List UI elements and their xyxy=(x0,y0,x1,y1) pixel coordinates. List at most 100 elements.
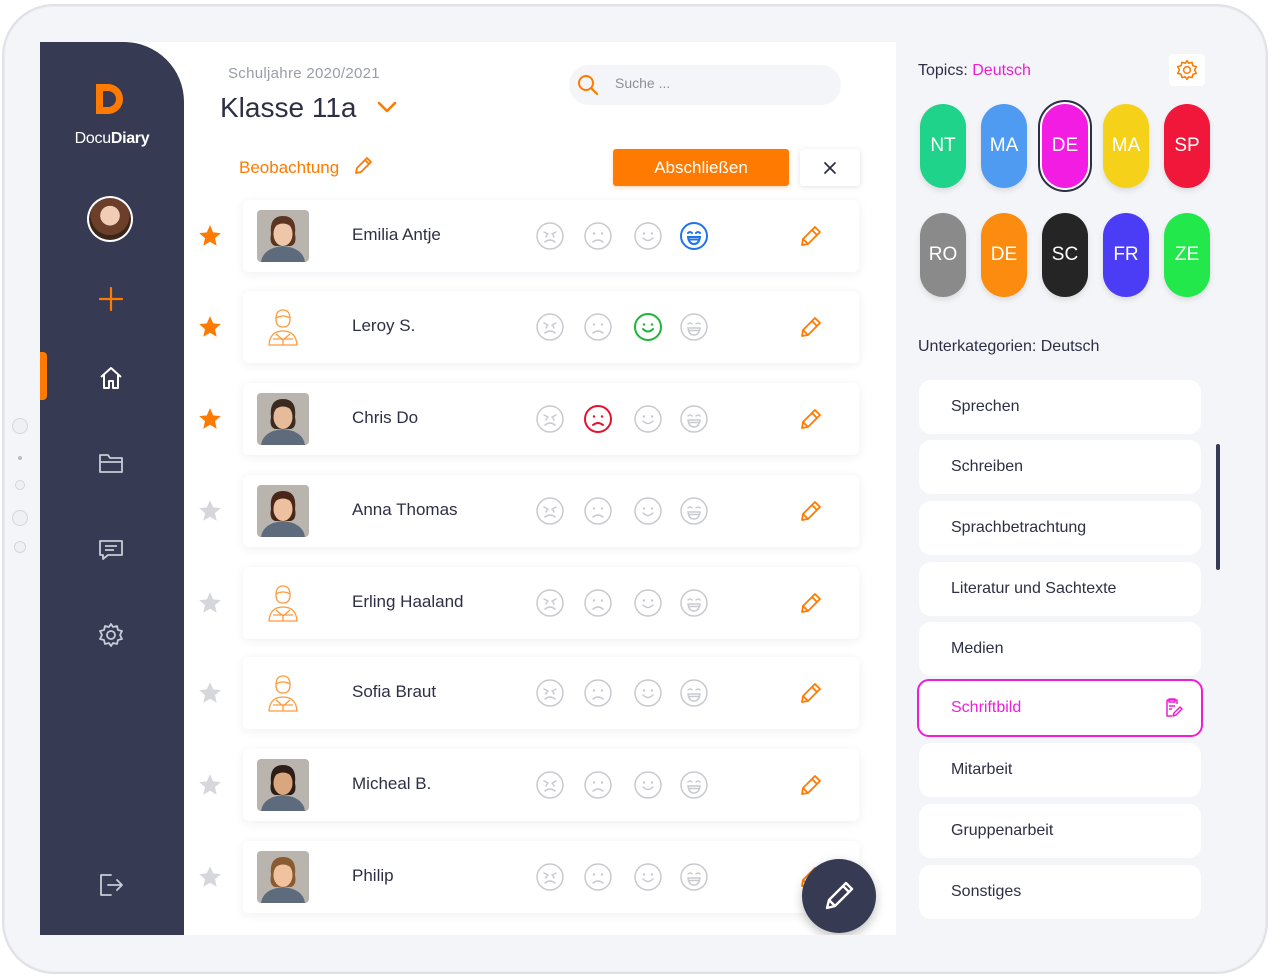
star-icon[interactable] xyxy=(197,590,223,616)
school-year: Schuljahre 2020/2021 xyxy=(228,65,380,82)
mood-very-happy-icon[interactable] xyxy=(679,678,709,708)
subcategories-heading: Unterkategorien: Deutsch xyxy=(918,338,1100,355)
mood-sad-icon[interactable] xyxy=(583,496,613,526)
user-photo xyxy=(89,198,131,240)
student-name: Erling Haaland xyxy=(352,592,464,611)
compose-button[interactable] xyxy=(802,859,876,933)
edit-pencil-icon[interactable] xyxy=(797,497,825,525)
search-input[interactable] xyxy=(615,75,815,91)
mood-very-sad-icon[interactable] xyxy=(535,588,565,618)
clipboard-edit-icon[interactable] xyxy=(1161,697,1183,719)
star-icon[interactable] xyxy=(197,314,223,340)
topic-pill-ro[interactable]: RO xyxy=(920,213,966,297)
edit-pencil-icon[interactable] xyxy=(797,222,825,250)
subcategory-item[interactable]: Schriftbild xyxy=(917,679,1203,737)
subcategory-item[interactable]: Mitarbeit xyxy=(919,743,1201,797)
mood-happy-icon[interactable] xyxy=(633,404,663,434)
class-title[interactable]: Klasse 11a xyxy=(220,92,356,124)
sidebar-active-indicator xyxy=(40,352,47,400)
topics-settings-button[interactable] xyxy=(1169,54,1205,86)
edit-pencil-icon[interactable] xyxy=(797,405,825,433)
mood-very-sad-icon[interactable] xyxy=(535,862,565,892)
mood-very-happy-icon[interactable] xyxy=(679,496,709,526)
mood-sad-icon[interactable] xyxy=(583,588,613,618)
student-row[interactable]: Chris Do xyxy=(243,383,859,455)
student-row[interactable]: Micheal B. xyxy=(243,749,859,821)
topic-pill-de[interactable]: DE xyxy=(1042,104,1088,188)
mood-happy-icon[interactable] xyxy=(633,496,663,526)
mood-very-sad-icon[interactable] xyxy=(535,496,565,526)
pencil-icon[interactable] xyxy=(352,155,374,177)
mood-sad-icon[interactable] xyxy=(583,678,613,708)
mood-happy-icon[interactable] xyxy=(633,770,663,800)
mood-very-happy-icon[interactable] xyxy=(679,588,709,618)
topic-pill-de[interactable]: DE xyxy=(981,213,1027,297)
plus-icon[interactable] xyxy=(97,285,125,313)
mood-very-happy-icon[interactable] xyxy=(679,770,709,800)
mood-happy-icon[interactable] xyxy=(633,221,663,251)
mood-happy-icon[interactable] xyxy=(633,678,663,708)
topic-pill-ma[interactable]: MA xyxy=(1103,104,1149,188)
star-icon[interactable] xyxy=(197,772,223,798)
mood-very-happy-icon[interactable] xyxy=(679,312,709,342)
topic-pill-ma[interactable]: MA xyxy=(981,104,1027,188)
mood-happy-icon[interactable] xyxy=(633,862,663,892)
mood-very-happy-icon[interactable] xyxy=(679,404,709,434)
subcategory-item[interactable]: Sprechen xyxy=(919,380,1201,434)
mood-very-sad-icon[interactable] xyxy=(535,770,565,800)
finish-button[interactable]: Abschließen xyxy=(613,149,789,186)
student-row[interactable]: Leroy S. xyxy=(243,291,859,363)
star-icon[interactable] xyxy=(197,680,223,706)
student-row[interactable]: Sofia Braut xyxy=(243,657,859,729)
topic-pill-sc[interactable]: SC xyxy=(1042,213,1088,297)
scrollbar[interactable] xyxy=(1216,444,1220,570)
subcategory-item[interactable]: Schreiben xyxy=(919,440,1201,494)
mood-sad-icon[interactable] xyxy=(583,770,613,800)
chat-icon[interactable] xyxy=(97,536,125,564)
subcategory-item[interactable]: Sonstiges xyxy=(919,865,1201,919)
mood-very-happy-icon[interactable] xyxy=(679,862,709,892)
subcategory-item[interactable]: Literatur und Sachtexte xyxy=(919,562,1201,616)
mood-sad-icon[interactable] xyxy=(583,862,613,892)
user-avatar[interactable] xyxy=(87,196,133,242)
mood-sad-icon[interactable] xyxy=(583,312,613,342)
chevron-down-icon[interactable] xyxy=(376,99,398,115)
student-row[interactable]: Erling Haaland xyxy=(243,567,859,639)
edit-pencil-icon[interactable] xyxy=(797,679,825,707)
logout-icon[interactable] xyxy=(97,871,125,899)
mood-very-happy-icon[interactable] xyxy=(679,221,709,251)
topic-pill-sp[interactable]: SP xyxy=(1164,104,1210,188)
mood-very-sad-icon[interactable] xyxy=(535,221,565,251)
topic-pill-fr[interactable]: FR xyxy=(1103,213,1149,297)
close-button[interactable] xyxy=(800,149,860,186)
star-icon[interactable] xyxy=(197,406,223,432)
mood-sad-icon[interactable] xyxy=(583,404,613,434)
mood-happy-icon[interactable] xyxy=(633,312,663,342)
topic-pill-ze[interactable]: ZE xyxy=(1164,213,1210,297)
home-icon[interactable] xyxy=(97,364,125,392)
device-button xyxy=(12,418,28,434)
subcategory-item[interactable]: Sprachbetrachtung xyxy=(919,501,1201,555)
star-icon[interactable] xyxy=(197,864,223,890)
mood-very-sad-icon[interactable] xyxy=(535,404,565,434)
edit-pencil-icon[interactable] xyxy=(797,771,825,799)
student-row[interactable]: Philip xyxy=(243,841,859,913)
subcategory-item[interactable]: Medien xyxy=(919,622,1201,676)
star-icon[interactable] xyxy=(197,498,223,524)
device-dot xyxy=(18,456,22,460)
subcategory-item[interactable]: Gruppenarbeit xyxy=(919,804,1201,858)
edit-pencil-icon[interactable] xyxy=(797,589,825,617)
topics-label: Topics: xyxy=(918,62,968,79)
student-row[interactable]: Emilia Antje xyxy=(243,200,859,272)
student-name: Emilia Antje xyxy=(352,225,441,244)
student-row[interactable]: Anna Thomas xyxy=(243,475,859,547)
star-icon[interactable] xyxy=(197,223,223,249)
topic-pill-nt[interactable]: NT xyxy=(920,104,966,188)
mood-very-sad-icon[interactable] xyxy=(535,678,565,708)
edit-pencil-icon[interactable] xyxy=(797,313,825,341)
mood-happy-icon[interactable] xyxy=(633,588,663,618)
mood-sad-icon[interactable] xyxy=(583,221,613,251)
gear-icon[interactable] xyxy=(97,621,125,649)
mood-very-sad-icon[interactable] xyxy=(535,312,565,342)
folder-icon[interactable] xyxy=(97,449,125,477)
